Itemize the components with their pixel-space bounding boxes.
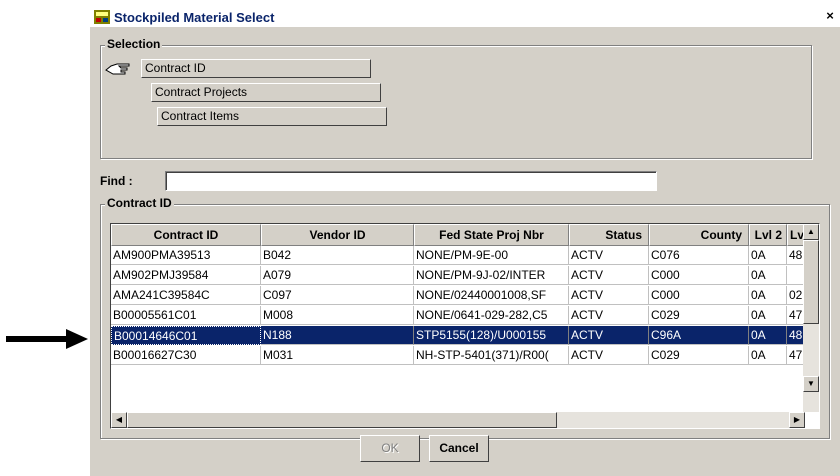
table-cell: NH-STP-5401(371)/R00( bbox=[414, 346, 569, 365]
table-cell: 0A bbox=[749, 286, 787, 305]
table-cell: C076 bbox=[649, 246, 749, 265]
table-row[interactable]: AMA241C39584C C097 NONE/02440001008,SF ACTV… bbox=[111, 286, 805, 305]
table-cell: ACTV bbox=[569, 246, 649, 265]
table-cell: ACTV bbox=[569, 326, 649, 345]
table-cell: C029 bbox=[649, 346, 749, 365]
table-cell: N188 bbox=[261, 326, 414, 345]
scroll-up-icon[interactable]: ▲ bbox=[803, 224, 819, 240]
vertical-scrollbar[interactable]: ▲ ▼ bbox=[803, 224, 819, 412]
table-cell: A079 bbox=[261, 266, 414, 285]
horizontal-scroll-thumb[interactable] bbox=[127, 412, 557, 428]
table-cell: C000 bbox=[649, 266, 749, 285]
table-cell: ACTV bbox=[569, 306, 649, 325]
title-bar: Stockpiled Material Select × bbox=[90, 7, 840, 27]
table-cell: NONE/PM-9J-02/INTER bbox=[414, 266, 569, 285]
selection-label: Selection bbox=[105, 37, 163, 51]
scroll-down-icon[interactable]: ▼ bbox=[803, 376, 819, 392]
table-cell: ACTV bbox=[569, 266, 649, 285]
tree-item-contract-items[interactable]: Contract Items bbox=[157, 107, 387, 126]
table-cell: M008 bbox=[261, 306, 414, 325]
table-cell: C96A bbox=[649, 326, 749, 345]
table-row[interactable]: B00005561C01 M008 NONE/0641-029-282,C5 ACTV… bbox=[111, 306, 805, 325]
table-cell: B042 bbox=[261, 246, 414, 265]
contract-id-group-label: Contract ID bbox=[105, 196, 174, 210]
table-cell: C097 bbox=[261, 286, 414, 305]
dialog-window: Stockpiled Material Select × Selection C… bbox=[89, 6, 840, 476]
vertical-scroll-thumb[interactable] bbox=[803, 240, 819, 324]
column-header[interactable]: Vendor ID bbox=[261, 224, 414, 246]
table-cell: C029 bbox=[649, 306, 749, 325]
table-cell: 0A bbox=[749, 306, 787, 325]
pointer-arrow-icon bbox=[6, 329, 88, 349]
table-cell: ACTV bbox=[569, 286, 649, 305]
table-cell: NONE/PM-9E-00 bbox=[414, 246, 569, 265]
tree-item-contract-projects[interactable]: Contract Projects bbox=[151, 83, 381, 102]
horizontal-scrollbar[interactable]: ◀ ▶ bbox=[111, 412, 805, 428]
close-icon[interactable]: × bbox=[822, 9, 838, 23]
cancel-button[interactable]: Cancel bbox=[429, 435, 489, 462]
hand-pointer-icon bbox=[105, 56, 131, 76]
table-row[interactable]: AM902PMJ39584 A079 NONE/PM-9J-02/INTER ACTV… bbox=[111, 266, 805, 285]
ok-button[interactable]: OK bbox=[360, 435, 420, 462]
table-cell: AMA241C39584C bbox=[111, 286, 261, 305]
table-row[interactable]: B00016627C30 M031 NH-STP-5401(371)/R00(ACT… bbox=[111, 346, 805, 365]
column-header[interactable]: Contract ID bbox=[111, 224, 261, 246]
table-cell: NONE/0641-029-282,C5 bbox=[414, 306, 569, 325]
table-cell: 0A bbox=[749, 326, 787, 345]
scroll-left-icon[interactable]: ◀ bbox=[111, 412, 127, 428]
tree-item-contract-id[interactable]: Contract ID bbox=[141, 59, 371, 78]
column-header[interactable]: Status bbox=[569, 224, 649, 246]
table-cell: NONE/02440001008,SF bbox=[414, 286, 569, 305]
column-header[interactable]: Fed State Proj Nbr bbox=[414, 224, 569, 246]
table-cell: M031 bbox=[261, 346, 414, 365]
table-cell: AM902PMJ39584 bbox=[111, 266, 261, 285]
find-input[interactable] bbox=[165, 171, 657, 191]
selection-group: Selection Contract ID Contract Projects … bbox=[100, 37, 812, 159]
column-header[interactable]: County bbox=[649, 224, 749, 246]
app-icon bbox=[94, 10, 110, 24]
table-cell: C000 bbox=[649, 286, 749, 305]
table-cell: B00005561C01 bbox=[111, 306, 261, 325]
contract-grid[interactable]: Contract ID Vendor ID Fed State Proj Nbr… bbox=[110, 223, 820, 429]
scroll-right-icon[interactable]: ▶ bbox=[789, 412, 805, 428]
find-label: Find : bbox=[100, 174, 133, 188]
table-row[interactable]: B00014646C01 N188 STP5155(128)/U000155 ACTV… bbox=[111, 326, 805, 345]
table-cell: STP5155(128)/U000155 bbox=[414, 326, 569, 345]
table-cell: AM900PMA39513 bbox=[111, 246, 261, 265]
table-row[interactable]: AM900PMA39513 B042 NONE/PM-9E-00 ACTV C076 0A… bbox=[111, 246, 805, 265]
table-cell: 0A bbox=[749, 346, 787, 365]
table-cell: 0A bbox=[749, 246, 787, 265]
table-cell: 0A bbox=[749, 266, 787, 285]
table-cell: B00016627C30 bbox=[111, 346, 261, 365]
window-title: Stockpiled Material Select bbox=[114, 9, 275, 25]
table-cell: B00014646C01 bbox=[111, 326, 261, 345]
column-header[interactable]: Lvl 2 bbox=[749, 224, 787, 246]
table-cell: ACTV bbox=[569, 346, 649, 365]
